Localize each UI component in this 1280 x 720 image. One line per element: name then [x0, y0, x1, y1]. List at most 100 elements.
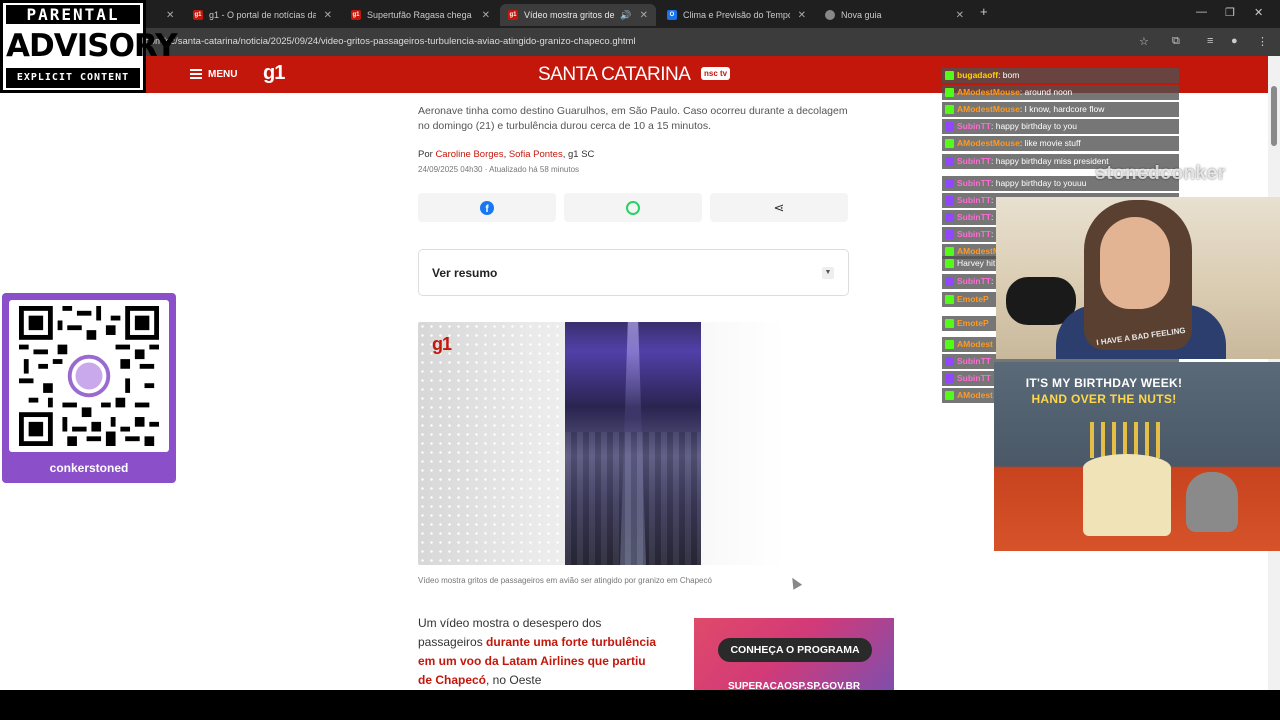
summary-toggle[interactable]: Ver resumo ▼: [418, 249, 849, 296]
chat-text: :: [991, 195, 994, 205]
media-controls-icon[interactable]: ≡: [1207, 35, 1213, 47]
share-button[interactable]: ⋖: [710, 193, 848, 222]
restore-icon[interactable]: ❐: [1225, 6, 1235, 19]
ad-url: SUPERACAOSP.SP.GOV.BR: [727, 681, 861, 690]
twitch-badge-icon: [945, 122, 954, 131]
chat-username[interactable]: AModestMouse: [957, 104, 1020, 114]
video-frame-airplane-cabin[interactable]: [565, 322, 701, 565]
author-link[interactable]: Sofia Pontes: [509, 149, 563, 160]
close-icon[interactable]: ✕: [956, 10, 964, 21]
region-title[interactable]: SANTA CATARINA: [538, 64, 691, 86]
advertisement[interactable]: CONHEÇA O PROGRAMA SUPERACAOSP.SP.GOV.BR: [694, 618, 894, 690]
chat-username[interactable]: AModestM: [957, 246, 1000, 256]
share-whatsapp-button[interactable]: [564, 193, 702, 222]
close-icon[interactable]: ✕: [798, 10, 806, 21]
new-tab-button[interactable]: +: [980, 4, 988, 19]
extensions-icon[interactable]: ⧉: [1172, 35, 1180, 48]
chat-text: : I know, hardcore flow: [1019, 104, 1105, 114]
kick-badge-icon: [945, 139, 954, 148]
tab-close-partial[interactable]: ✕: [150, 4, 180, 26]
article-body: Um vídeo mostra o desespero dos passagei…: [418, 614, 658, 690]
tab-title: Supertufão Ragasa chega à China: [367, 10, 474, 20]
chat-username[interactable]: SubinTT: [957, 373, 991, 383]
chat-username[interactable]: AModestMouse: [957, 138, 1020, 148]
advisory-bottom: EXPLICIT CONTENT: [6, 68, 140, 88]
share-facebook-button[interactable]: f: [418, 193, 556, 222]
speaker-icon[interactable]: 🔊: [620, 10, 631, 21]
tab-supertufao[interactable]: g1 Supertufão Ragasa chega à China ✕: [343, 4, 498, 26]
tab-video-gritos[interactable]: g1 Vídeo mostra gritos de passageiros 🔊 …: [500, 4, 656, 26]
ad-cta-button[interactable]: CONHEÇA O PROGRAMA: [718, 638, 872, 662]
twitch-badge-icon: [945, 230, 954, 239]
chat-username[interactable]: SubinTT: [957, 156, 991, 166]
article-date: 24/09/2025 04h30 · Atualizado há 58 minu…: [418, 165, 580, 174]
candles: [1090, 422, 1166, 458]
chat-text: : like movie stuff: [1019, 138, 1081, 148]
webcam-feed: I HAVE A BAD FEELING: [996, 197, 1280, 359]
author-link[interactable]: Caroline Borges: [435, 149, 503, 160]
close-icon[interactable]: ✕: [324, 10, 332, 21]
video-caption: Vídeo mostra gritos de passageiros em av…: [418, 576, 712, 585]
chat-username[interactable]: SubinTT: [957, 276, 991, 286]
g1-favicon-icon: g1: [351, 10, 361, 20]
tab-title: Nova guia: [841, 10, 882, 20]
tab-nova-guia[interactable]: Nova guia ✕: [817, 4, 972, 26]
chat-username[interactable]: EmoteP: [957, 318, 989, 328]
article-byline: Por Caroline Borges, Sofia Pontes, g1 SC: [418, 149, 594, 160]
birthday-cake: [1083, 454, 1171, 536]
chat-text: : around noon: [1019, 87, 1073, 97]
chat-username[interactable]: bugadaoff: [957, 70, 998, 80]
advisory-mid: ADVISORY: [6, 25, 178, 67]
bookmark-star-icon[interactable]: ☆: [1139, 35, 1149, 48]
birthday-overlay: IT'S MY BIRTHDAY WEEK! HAND OVER THE NUT…: [994, 362, 1280, 551]
chat-username[interactable]: EmoteP: [957, 294, 989, 304]
close-icon[interactable]: ✕: [482, 10, 490, 21]
birthday-line-1: IT'S MY BIRTHDAY WEEK!: [1025, 376, 1183, 390]
whatsapp-icon: [626, 200, 640, 215]
chat-text: :: [991, 212, 994, 222]
browser-tab-bar: ✕ g1 g1 - O portal de notícias da Globo …: [0, 0, 1280, 28]
chat-text: :: [991, 276, 994, 286]
kick-badge-icon: [945, 319, 954, 328]
chat-username[interactable]: AModestMouse: [957, 87, 1020, 97]
window-close-icon[interactable]: ✕: [1254, 6, 1263, 19]
twitch-badge-icon: [945, 179, 954, 188]
kick-badge-icon: [945, 71, 954, 80]
chat-username[interactable]: SubinTT: [957, 121, 991, 131]
g1-logo[interactable]: g1: [263, 62, 285, 85]
tab-g1-portal[interactable]: g1 g1 - O portal de notícias da Globo ✕: [185, 4, 340, 26]
video-g1-logo: g1: [432, 334, 452, 354]
tab-title: Vídeo mostra gritos de passageiros: [524, 10, 616, 20]
chat-text: :: [991, 229, 994, 239]
video-player[interactable]: g1: [418, 322, 849, 565]
menu-button[interactable]: MENU: [190, 67, 237, 81]
close-icon[interactable]: ✕: [640, 10, 648, 21]
chat-username[interactable]: AModest: [957, 390, 993, 400]
chat-text: : happy birthday to youuu: [991, 178, 1087, 188]
g1-favicon-icon: g1: [508, 10, 518, 20]
kick-badge-icon: [945, 88, 954, 97]
advisory-top: PARENTAL: [6, 5, 140, 24]
tab-clima[interactable]: O Clima e Previsão do Tempo Hoje ✕: [659, 4, 814, 26]
chat-username[interactable]: SubinTT: [957, 195, 991, 205]
minimize-icon[interactable]: —: [1196, 6, 1207, 18]
more-menu-icon[interactable]: ⋮: [1257, 35, 1268, 48]
scroll-thumb[interactable]: [1271, 86, 1277, 146]
g1-favicon-icon: g1: [193, 10, 203, 20]
chat-username[interactable]: SubinTT: [957, 212, 991, 222]
profile-icon[interactable]: ●: [1231, 35, 1238, 47]
chat-username[interactable]: SubinTT: [957, 356, 991, 366]
qr-code: [9, 300, 169, 452]
chat-username[interactable]: SubinTT: [957, 178, 991, 188]
url-field[interactable]: com/sc/santa-catarina/noticia/2025/09/24…: [145, 36, 636, 47]
chat-username[interactable]: AModest: [957, 339, 993, 349]
address-bar: com/sc/santa-catarina/noticia/2025/09/24…: [0, 28, 1280, 56]
chat-text: : happy birthday miss president: [991, 156, 1109, 166]
qr-code-card: conkerstoned: [2, 293, 176, 483]
chat-text: : happy birthday to you: [991, 121, 1078, 131]
chat-username[interactable]: SubinTT: [957, 229, 991, 239]
weather-favicon-icon: O: [667, 10, 677, 20]
qr-code-icon: [19, 306, 159, 446]
byline-prefix: Por: [418, 149, 436, 160]
close-icon[interactable]: ✕: [166, 10, 174, 21]
